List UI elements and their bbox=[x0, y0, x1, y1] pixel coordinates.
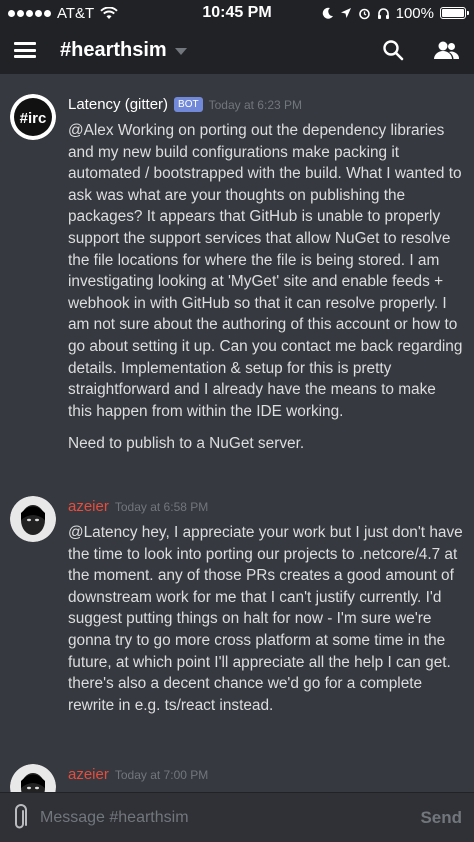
battery-percent: 100% bbox=[395, 4, 434, 22]
attachment-icon[interactable] bbox=[12, 803, 28, 832]
message-composer: Send bbox=[0, 792, 474, 842]
author-name[interactable]: azeier bbox=[68, 766, 109, 783]
message-item: azeier Today at 7:00 PM bbox=[0, 764, 474, 792]
header-actions bbox=[382, 39, 460, 61]
battery-fill bbox=[442, 9, 464, 17]
timestamp: Today at 7:00 PM bbox=[114, 768, 209, 782]
message-header: azeier Today at 7:00 PM bbox=[68, 766, 208, 783]
author-name[interactable]: azeier bbox=[68, 498, 109, 515]
avatar[interactable] bbox=[10, 764, 56, 792]
message-body: @Alex Working on porting out the depende… bbox=[68, 120, 463, 455]
message-paragraph: @Latency hey, I appreciate your work but… bbox=[68, 524, 463, 714]
avatar[interactable] bbox=[10, 496, 56, 542]
message-paragraph: Need to publish to a NuGet server. bbox=[68, 435, 305, 453]
message-header: azeier Today at 6:58 PM bbox=[68, 498, 208, 515]
message-list[interactable]: #irc Latency (gitter) BOT Today at 6:23 … bbox=[0, 74, 474, 792]
avatar[interactable]: #irc bbox=[10, 94, 56, 140]
message-item: azeier Today at 6:58 PM @Latency hey, I … bbox=[0, 494, 474, 744]
irc-avatar-image: #irc bbox=[10, 94, 56, 140]
menu-icon[interactable] bbox=[14, 42, 36, 58]
members-icon[interactable] bbox=[432, 39, 460, 61]
wifi-icon bbox=[100, 6, 118, 19]
clock: 10:45 PM bbox=[202, 4, 272, 21]
alarm-icon bbox=[358, 8, 370, 19]
timestamp: Today at 6:58 PM bbox=[114, 500, 209, 514]
azeier-avatar-image bbox=[10, 764, 56, 792]
battery-icon bbox=[440, 7, 469, 19]
author-name[interactable]: Latency (gitter) bbox=[68, 96, 168, 113]
signal-icon bbox=[8, 9, 51, 17]
channel-name: #hearthsim bbox=[60, 38, 167, 61]
message-item: #irc Latency (gitter) BOT Today at 6:23 … bbox=[0, 92, 474, 487]
carrier-label: AT&T bbox=[57, 4, 95, 22]
search-icon[interactable] bbox=[382, 39, 404, 61]
status-right: 100% bbox=[316, 4, 469, 22]
timestamp: Today at 6:23 PM bbox=[208, 98, 302, 112]
channel-title[interactable]: #hearthsim bbox=[60, 39, 187, 62]
avatar-text: #irc bbox=[20, 110, 47, 127]
location-icon bbox=[340, 8, 351, 18]
message-input[interactable] bbox=[40, 808, 411, 827]
status-bar: AT&T 10:45 PM 100% bbox=[0, 0, 474, 26]
channel-header: #hearthsim bbox=[0, 26, 474, 74]
headphones-icon bbox=[377, 7, 389, 19]
message-body: @Latency hey, I appreciate your work but… bbox=[68, 522, 463, 716]
status-left: AT&T bbox=[8, 5, 158, 22]
message-header: Latency (gitter) BOT Today at 6:23 PM bbox=[68, 96, 302, 114]
chevron-down-icon bbox=[174, 47, 187, 55]
moon-icon bbox=[322, 7, 333, 19]
send-button[interactable]: Send bbox=[420, 808, 462, 828]
bot-badge: BOT bbox=[174, 97, 203, 112]
azeier-avatar-image bbox=[10, 496, 56, 542]
message-paragraph: @Alex Working on porting out the depende… bbox=[68, 122, 463, 420]
